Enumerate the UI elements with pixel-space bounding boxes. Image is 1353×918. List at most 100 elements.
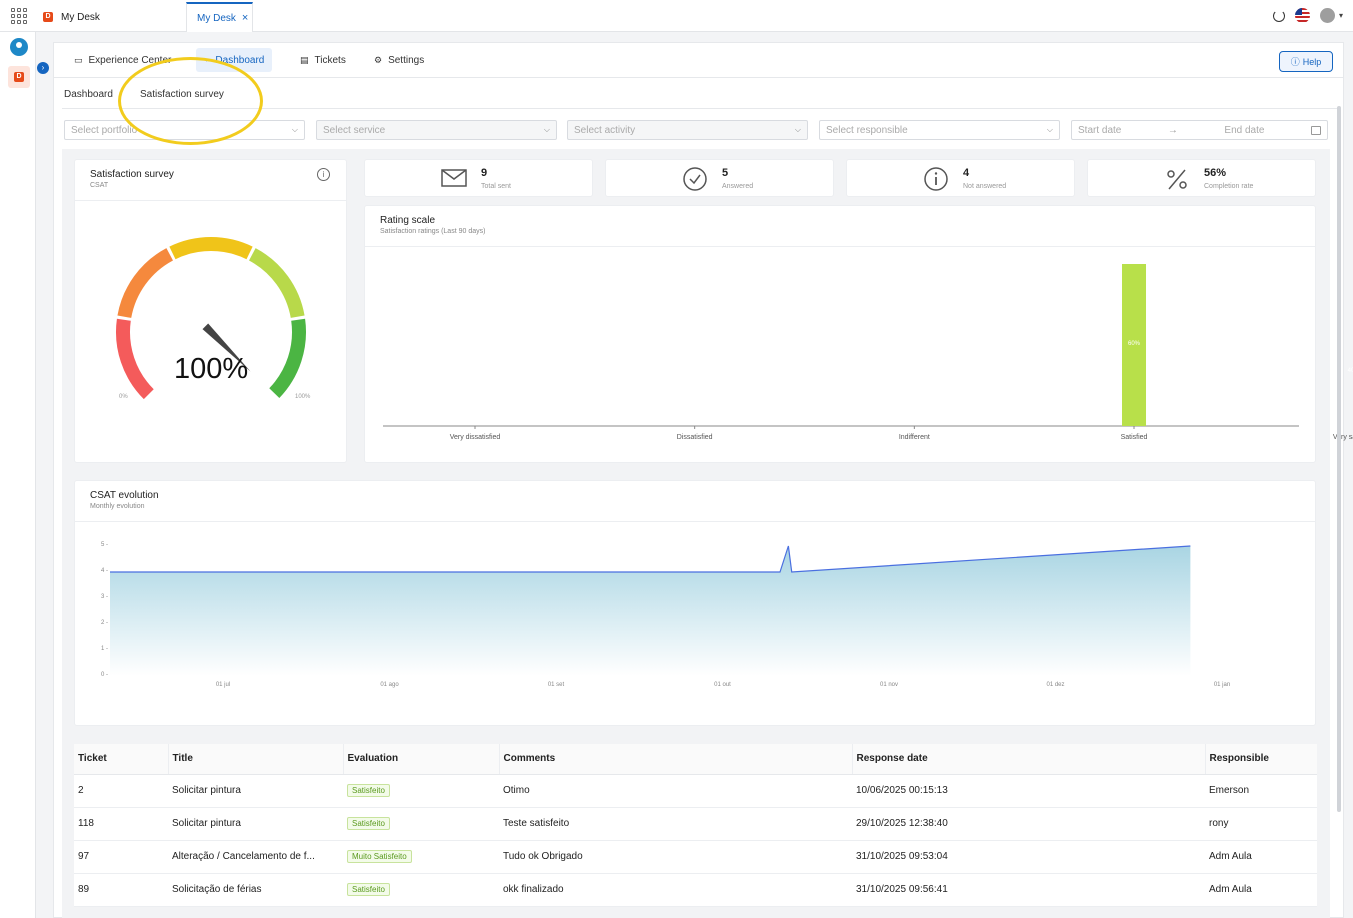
gauge-segment: [269, 318, 306, 398]
tab-my-desk-home[interactable]: D My Desk: [37, 2, 185, 32]
cell-ticket: 97: [74, 840, 168, 874]
rating-bar-chart: [383, 264, 1299, 429]
y-tick-label: 0 -: [101, 672, 109, 678]
stat-value: 9: [481, 167, 488, 179]
x-tick-label: 01 nov: [879, 682, 899, 688]
activity-select[interactable]: Select activity ⌵: [567, 120, 808, 140]
cell-title: Solicitação de férias: [168, 873, 343, 907]
csat-area-chart: [110, 545, 1191, 676]
y-tick-label: 2 -: [101, 620, 109, 626]
cell-evaluation: Satisfeito: [343, 873, 499, 907]
envelope-icon: [441, 169, 467, 187]
us-flag-icon[interactable]: [1294, 8, 1310, 23]
x-tick-label: 01 set: [547, 682, 565, 688]
stat-label: Total sent: [481, 183, 511, 190]
refresh-icon[interactable]: [1272, 9, 1285, 22]
column-header-responsible[interactable]: Responsible: [1204, 744, 1317, 775]
vertical-scrollbar[interactable]: [1337, 106, 1341, 812]
select-placeholder: Select service: [323, 124, 386, 136]
cell-comments: Tudo ok Obrigado: [499, 840, 852, 874]
responsible-select[interactable]: Select responsible ⌵: [819, 120, 1060, 140]
column-header-response-date[interactable]: Response date: [851, 744, 1205, 775]
sidebar-item-desk[interactable]: D: [8, 66, 30, 88]
cell-comments: Otimo: [499, 774, 852, 808]
cell-comments: okk finalizado: [499, 873, 852, 907]
desk-logo-icon: D: [43, 12, 53, 22]
avatar[interactable]: [1319, 8, 1335, 23]
bar-data-label: 60%: [1127, 341, 1141, 347]
stat-label: Not answered: [963, 183, 1007, 190]
table-row[interactable]: 2 Solicitar pintura Satisfeito Otimo 10/…: [74, 774, 1317, 808]
cell-title: Alteração / Cancelamento de f...: [168, 840, 343, 874]
table-row[interactable]: 97 Alteração / Cancelamento de f... Muit…: [74, 840, 1317, 874]
nav-label: Settings: [388, 54, 425, 66]
x-tick-label: Dissatisfied: [676, 434, 713, 441]
stat-value: 5: [722, 167, 729, 179]
close-icon[interactable]: ×: [242, 12, 248, 24]
nav-tickets[interactable]: ▤ Tickets: [292, 48, 354, 72]
stat-not-answered: 4 Not answered: [846, 159, 1075, 197]
user-icon[interactable]: [10, 38, 28, 56]
expand-sidebar-icon[interactable]: ›: [37, 62, 49, 74]
cell-comments: Teste satisfeito: [499, 807, 852, 841]
table-header-row: Ticket Title Evaluation Comments Respons…: [74, 744, 1317, 775]
cell-evaluation: Satisfeito: [343, 774, 499, 808]
csat-evolution-card: CSAT evolution Monthly evolution 5 -4 -3…: [74, 480, 1316, 726]
cell-responsible: Adm Aula: [1205, 873, 1317, 907]
gauge-segment: [248, 248, 305, 319]
y-tick-label: 1 -: [101, 646, 109, 652]
cell-title: Solicitar pintura: [168, 807, 343, 841]
tab-my-desk-active[interactable]: My Desk ×: [186, 2, 253, 32]
help-label: Help: [1302, 56, 1322, 67]
monitor-icon: ▭: [74, 54, 83, 65]
subnav-label: Dashboard: [64, 88, 113, 100]
chevron-down-icon[interactable]: ▾: [1339, 11, 1343, 20]
gauge-segment: [117, 248, 174, 319]
area-fill: [110, 546, 1191, 676]
column-header-comments[interactable]: Comments: [498, 744, 852, 775]
y-tick-label: 3 -: [101, 594, 109, 600]
help-button[interactable]: ⓘ Help: [1279, 51, 1333, 72]
stat-answered: 5 Answered: [605, 159, 834, 197]
nav-label: Tickets: [314, 54, 346, 66]
stat-label: Answered: [722, 183, 754, 190]
calendar-icon[interactable]: [1311, 125, 1321, 135]
x-tick-label: Satisfied: [1120, 434, 1148, 441]
date-range-picker[interactable]: Start date → End date: [1071, 120, 1328, 140]
column-header-evaluation[interactable]: Evaluation: [342, 744, 499, 775]
highlight-annotation: [118, 57, 263, 145]
table-row[interactable]: 118 Solicitar pintura Satisfeito Teste s…: [74, 807, 1317, 841]
select-placeholder: Select activity: [574, 124, 636, 136]
gauge-segment: [169, 237, 253, 260]
table-row[interactable]: 89 Solicitação de férias Satisfeito okk …: [74, 873, 1317, 907]
nav-settings[interactable]: ⚙ Settings: [366, 48, 432, 72]
chevron-down-icon: ⌵: [794, 125, 801, 134]
service-select[interactable]: Select service ⌵: [316, 120, 557, 140]
question-icon: ⓘ: [1290, 57, 1300, 67]
satisfaction-gauge-card: Satisfaction survey CSAT i 100% 0% 100%: [74, 159, 347, 463]
arrow-right-icon: →: [1167, 124, 1178, 136]
cell-title: Solicitar pintura: [168, 774, 343, 808]
x-tick-label: 01 jul: [215, 682, 231, 688]
column-header-title[interactable]: Title: [167, 744, 343, 775]
cell-evaluation: Satisfeito: [343, 807, 499, 841]
subnav-dashboard[interactable]: Dashboard: [64, 81, 113, 107]
gauge-segment: [116, 318, 154, 400]
x-tick-label: Indifferent: [898, 434, 930, 441]
tab-label: My Desk: [197, 12, 236, 24]
tab-label: My Desk: [61, 11, 100, 23]
status-badge: Satisfeito: [347, 817, 390, 830]
select-placeholder: Select responsible: [826, 124, 908, 136]
apps-grid-icon[interactable]: [11, 8, 29, 24]
x-tick-label: Very dissatisfied: [449, 434, 501, 441]
gauge-value: 100%: [174, 353, 249, 385]
info-circle-icon: [924, 167, 948, 191]
bar-data-label: 40%: [1347, 368, 1353, 374]
gauge-chart: [116, 237, 306, 400]
column-header-ticket[interactable]: Ticket: [74, 744, 168, 775]
start-date-input[interactable]: Start date: [1078, 125, 1121, 136]
cell-response-date: 10/06/2025 00:15:13: [852, 774, 1205, 808]
stat-value: 56%: [1204, 167, 1227, 179]
end-date-input[interactable]: End date: [1224, 125, 1264, 136]
stat-completion-rate: 56% Completion rate: [1087, 159, 1316, 197]
